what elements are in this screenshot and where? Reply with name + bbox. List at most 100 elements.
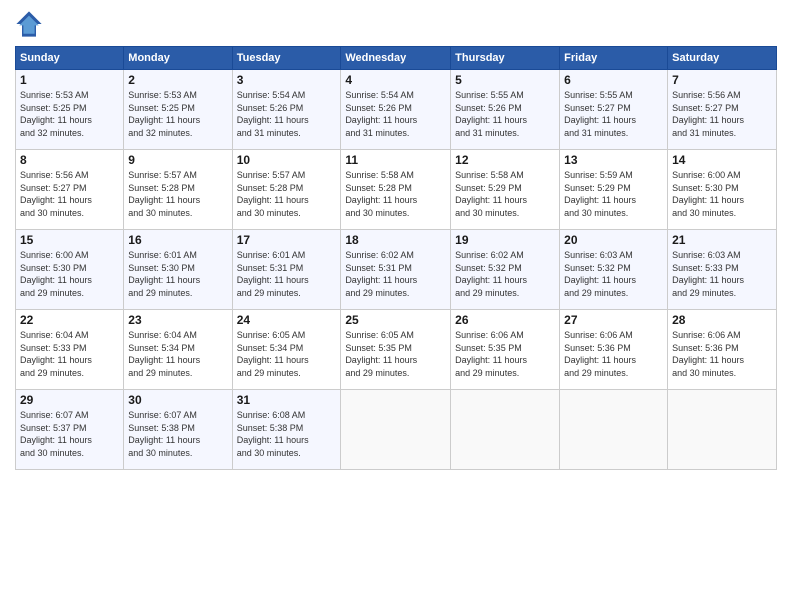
day-number: 27 [564, 313, 663, 327]
day-info: Sunrise: 6:06 AM Sunset: 5:35 PM Dayligh… [455, 329, 555, 379]
day-info: Sunrise: 5:55 AM Sunset: 5:26 PM Dayligh… [455, 89, 555, 139]
calendar-table: SundayMondayTuesdayWednesdayThursdayFrid… [15, 46, 777, 470]
calendar-header-tuesday: Tuesday [232, 47, 341, 70]
calendar-cell: 4 Sunrise: 5:54 AM Sunset: 5:26 PM Daylig… [341, 70, 451, 150]
day-number: 25 [345, 313, 446, 327]
calendar-cell: 29 Sunrise: 6:07 AM Sunset: 5:37 PM Dayli… [16, 390, 124, 470]
day-info: Sunrise: 6:02 AM Sunset: 5:31 PM Dayligh… [345, 249, 446, 299]
calendar-cell: 14Sunrise: 6:00 AM Sunset: 5:30 PM Dayli… [668, 150, 777, 230]
calendar-cell: 21 Sunrise: 6:03 AM Sunset: 5:33 PM Dayli… [668, 230, 777, 310]
calendar-cell: 17 Sunrise: 6:01 AM Sunset: 5:31 PM Dayli… [232, 230, 341, 310]
day-info: Sunrise: 6:07 AM Sunset: 5:38 PM Dayligh… [128, 409, 227, 459]
day-number: 4 [345, 73, 446, 87]
day-number: 21 [672, 233, 772, 247]
calendar-cell [560, 390, 668, 470]
calendar-cell: 22 Sunrise: 6:04 AM Sunset: 5:33 PM Dayli… [16, 310, 124, 390]
day-info: Sunrise: 5:56 AM Sunset: 5:27 PM Dayligh… [672, 89, 772, 139]
calendar-week-3: 22 Sunrise: 6:04 AM Sunset: 5:33 PM Dayli… [16, 310, 777, 390]
calendar-cell: 1 Sunrise: 5:53 AM Sunset: 5:25 PM Daylig… [16, 70, 124, 150]
day-info: Sunrise: 6:01 AM Sunset: 5:31 PM Dayligh… [237, 249, 337, 299]
day-info: Sunrise: 6:06 AM Sunset: 5:36 PM Dayligh… [672, 329, 772, 379]
day-number: 15 [20, 233, 119, 247]
calendar-header-row: SundayMondayTuesdayWednesdayThursdayFrid… [16, 47, 777, 70]
day-info: Sunrise: 6:05 AM Sunset: 5:35 PM Dayligh… [345, 329, 446, 379]
day-info: Sunrise: 6:03 AM Sunset: 5:32 PM Dayligh… [564, 249, 663, 299]
day-info: Sunrise: 6:07 AM Sunset: 5:37 PM Dayligh… [20, 409, 119, 459]
calendar-cell: 20 Sunrise: 6:03 AM Sunset: 5:32 PM Dayli… [560, 230, 668, 310]
day-info: Sunrise: 5:58 AM Sunset: 5:29 PM Dayligh… [455, 169, 555, 219]
calendar-cell: 10 Sunrise: 5:57 AM Sunset: 5:28 PM Dayli… [232, 150, 341, 230]
day-info: Sunrise: 5:55 AM Sunset: 5:27 PM Dayligh… [564, 89, 663, 139]
calendar-cell: 28 Sunrise: 6:06 AM Sunset: 5:36 PM Dayli… [668, 310, 777, 390]
calendar-week-4: 29 Sunrise: 6:07 AM Sunset: 5:37 PM Dayli… [16, 390, 777, 470]
day-number: 29 [20, 393, 119, 407]
calendar-week-1: 8 Sunrise: 5:56 AM Sunset: 5:27 PM Daylig… [16, 150, 777, 230]
day-info: Sunrise: 6:04 AM Sunset: 5:33 PM Dayligh… [20, 329, 119, 379]
day-info: Sunrise: 5:56 AM Sunset: 5:27 PM Dayligh… [20, 169, 119, 219]
calendar-cell: 19 Sunrise: 6:02 AM Sunset: 5:32 PM Dayli… [451, 230, 560, 310]
calendar-cell: 15Sunrise: 6:00 AM Sunset: 5:30 PM Dayli… [16, 230, 124, 310]
calendar-cell [341, 390, 451, 470]
day-info: Sunrise: 5:59 AM Sunset: 5:29 PM Dayligh… [564, 169, 663, 219]
calendar-cell: 5Sunrise: 5:55 AM Sunset: 5:26 PM Daylig… [451, 70, 560, 150]
calendar-cell: 31 Sunrise: 6:08 AM Sunset: 5:38 PM Dayli… [232, 390, 341, 470]
day-number: 16 [128, 233, 227, 247]
day-number: 1 [20, 73, 119, 87]
calendar-header-thursday: Thursday [451, 47, 560, 70]
day-number: 3 [237, 73, 337, 87]
calendar-header-monday: Monday [124, 47, 232, 70]
day-number: 18 [345, 233, 446, 247]
day-info: Sunrise: 6:00 AM Sunset: 5:30 PM Dayligh… [672, 169, 772, 219]
header [15, 10, 777, 38]
calendar-header-wednesday: Wednesday [341, 47, 451, 70]
day-info: Sunrise: 6:02 AM Sunset: 5:32 PM Dayligh… [455, 249, 555, 299]
day-info: Sunrise: 6:08 AM Sunset: 5:38 PM Dayligh… [237, 409, 337, 459]
day-number: 19 [455, 233, 555, 247]
day-number: 10 [237, 153, 337, 167]
day-number: 20 [564, 233, 663, 247]
day-number: 22 [20, 313, 119, 327]
day-info: Sunrise: 5:57 AM Sunset: 5:28 PM Dayligh… [237, 169, 337, 219]
day-number: 2 [128, 73, 227, 87]
calendar-cell [451, 390, 560, 470]
day-info: Sunrise: 6:05 AM Sunset: 5:34 PM Dayligh… [237, 329, 337, 379]
day-info: Sunrise: 6:06 AM Sunset: 5:36 PM Dayligh… [564, 329, 663, 379]
calendar-cell: 16Sunrise: 6:01 AM Sunset: 5:30 PM Dayli… [124, 230, 232, 310]
calendar-cell: 30 Sunrise: 6:07 AM Sunset: 5:38 PM Dayli… [124, 390, 232, 470]
calendar-cell: 11 Sunrise: 5:58 AM Sunset: 5:28 PM Dayli… [341, 150, 451, 230]
day-number: 6 [564, 73, 663, 87]
day-info: Sunrise: 5:54 AM Sunset: 5:26 PM Dayligh… [345, 89, 446, 139]
day-info: Sunrise: 6:03 AM Sunset: 5:33 PM Dayligh… [672, 249, 772, 299]
calendar-cell: 18 Sunrise: 6:02 AM Sunset: 5:31 PM Dayli… [341, 230, 451, 310]
calendar-cell: 6 Sunrise: 5:55 AM Sunset: 5:27 PM Daylig… [560, 70, 668, 150]
day-info: Sunrise: 5:57 AM Sunset: 5:28 PM Dayligh… [128, 169, 227, 219]
day-number: 26 [455, 313, 555, 327]
calendar-cell: 25 Sunrise: 6:05 AM Sunset: 5:35 PM Dayli… [341, 310, 451, 390]
calendar-cell: 24Sunrise: 6:05 AM Sunset: 5:34 PM Dayli… [232, 310, 341, 390]
calendar-cell: 13Sunrise: 5:59 AM Sunset: 5:29 PM Dayli… [560, 150, 668, 230]
day-info: Sunrise: 5:53 AM Sunset: 5:25 PM Dayligh… [128, 89, 227, 139]
calendar-cell: 3Sunrise: 5:54 AM Sunset: 5:26 PM Daylig… [232, 70, 341, 150]
calendar-cell: 9 Sunrise: 5:57 AM Sunset: 5:28 PM Daylig… [124, 150, 232, 230]
calendar-header-sunday: Sunday [16, 47, 124, 70]
day-number: 30 [128, 393, 227, 407]
day-number: 9 [128, 153, 227, 167]
day-info: Sunrise: 5:58 AM Sunset: 5:28 PM Dayligh… [345, 169, 446, 219]
day-number: 8 [20, 153, 119, 167]
calendar-week-0: 1 Sunrise: 5:53 AM Sunset: 5:25 PM Daylig… [16, 70, 777, 150]
logo [15, 10, 47, 38]
calendar-cell: 26 Sunrise: 6:06 AM Sunset: 5:35 PM Dayli… [451, 310, 560, 390]
day-number: 7 [672, 73, 772, 87]
day-number: 28 [672, 313, 772, 327]
day-info: Sunrise: 5:53 AM Sunset: 5:25 PM Dayligh… [20, 89, 119, 139]
calendar-header-saturday: Saturday [668, 47, 777, 70]
day-number: 17 [237, 233, 337, 247]
calendar-cell: 23Sunrise: 6:04 AM Sunset: 5:34 PM Dayli… [124, 310, 232, 390]
calendar-cell: 12Sunrise: 5:58 AM Sunset: 5:29 PM Dayli… [451, 150, 560, 230]
day-number: 11 [345, 153, 446, 167]
calendar-cell: 27 Sunrise: 6:06 AM Sunset: 5:36 PM Dayli… [560, 310, 668, 390]
day-number: 23 [128, 313, 227, 327]
calendar-cell: 2 Sunrise: 5:53 AM Sunset: 5:25 PM Daylig… [124, 70, 232, 150]
calendar-cell: 7 Sunrise: 5:56 AM Sunset: 5:27 PM Daylig… [668, 70, 777, 150]
day-number: 31 [237, 393, 337, 407]
